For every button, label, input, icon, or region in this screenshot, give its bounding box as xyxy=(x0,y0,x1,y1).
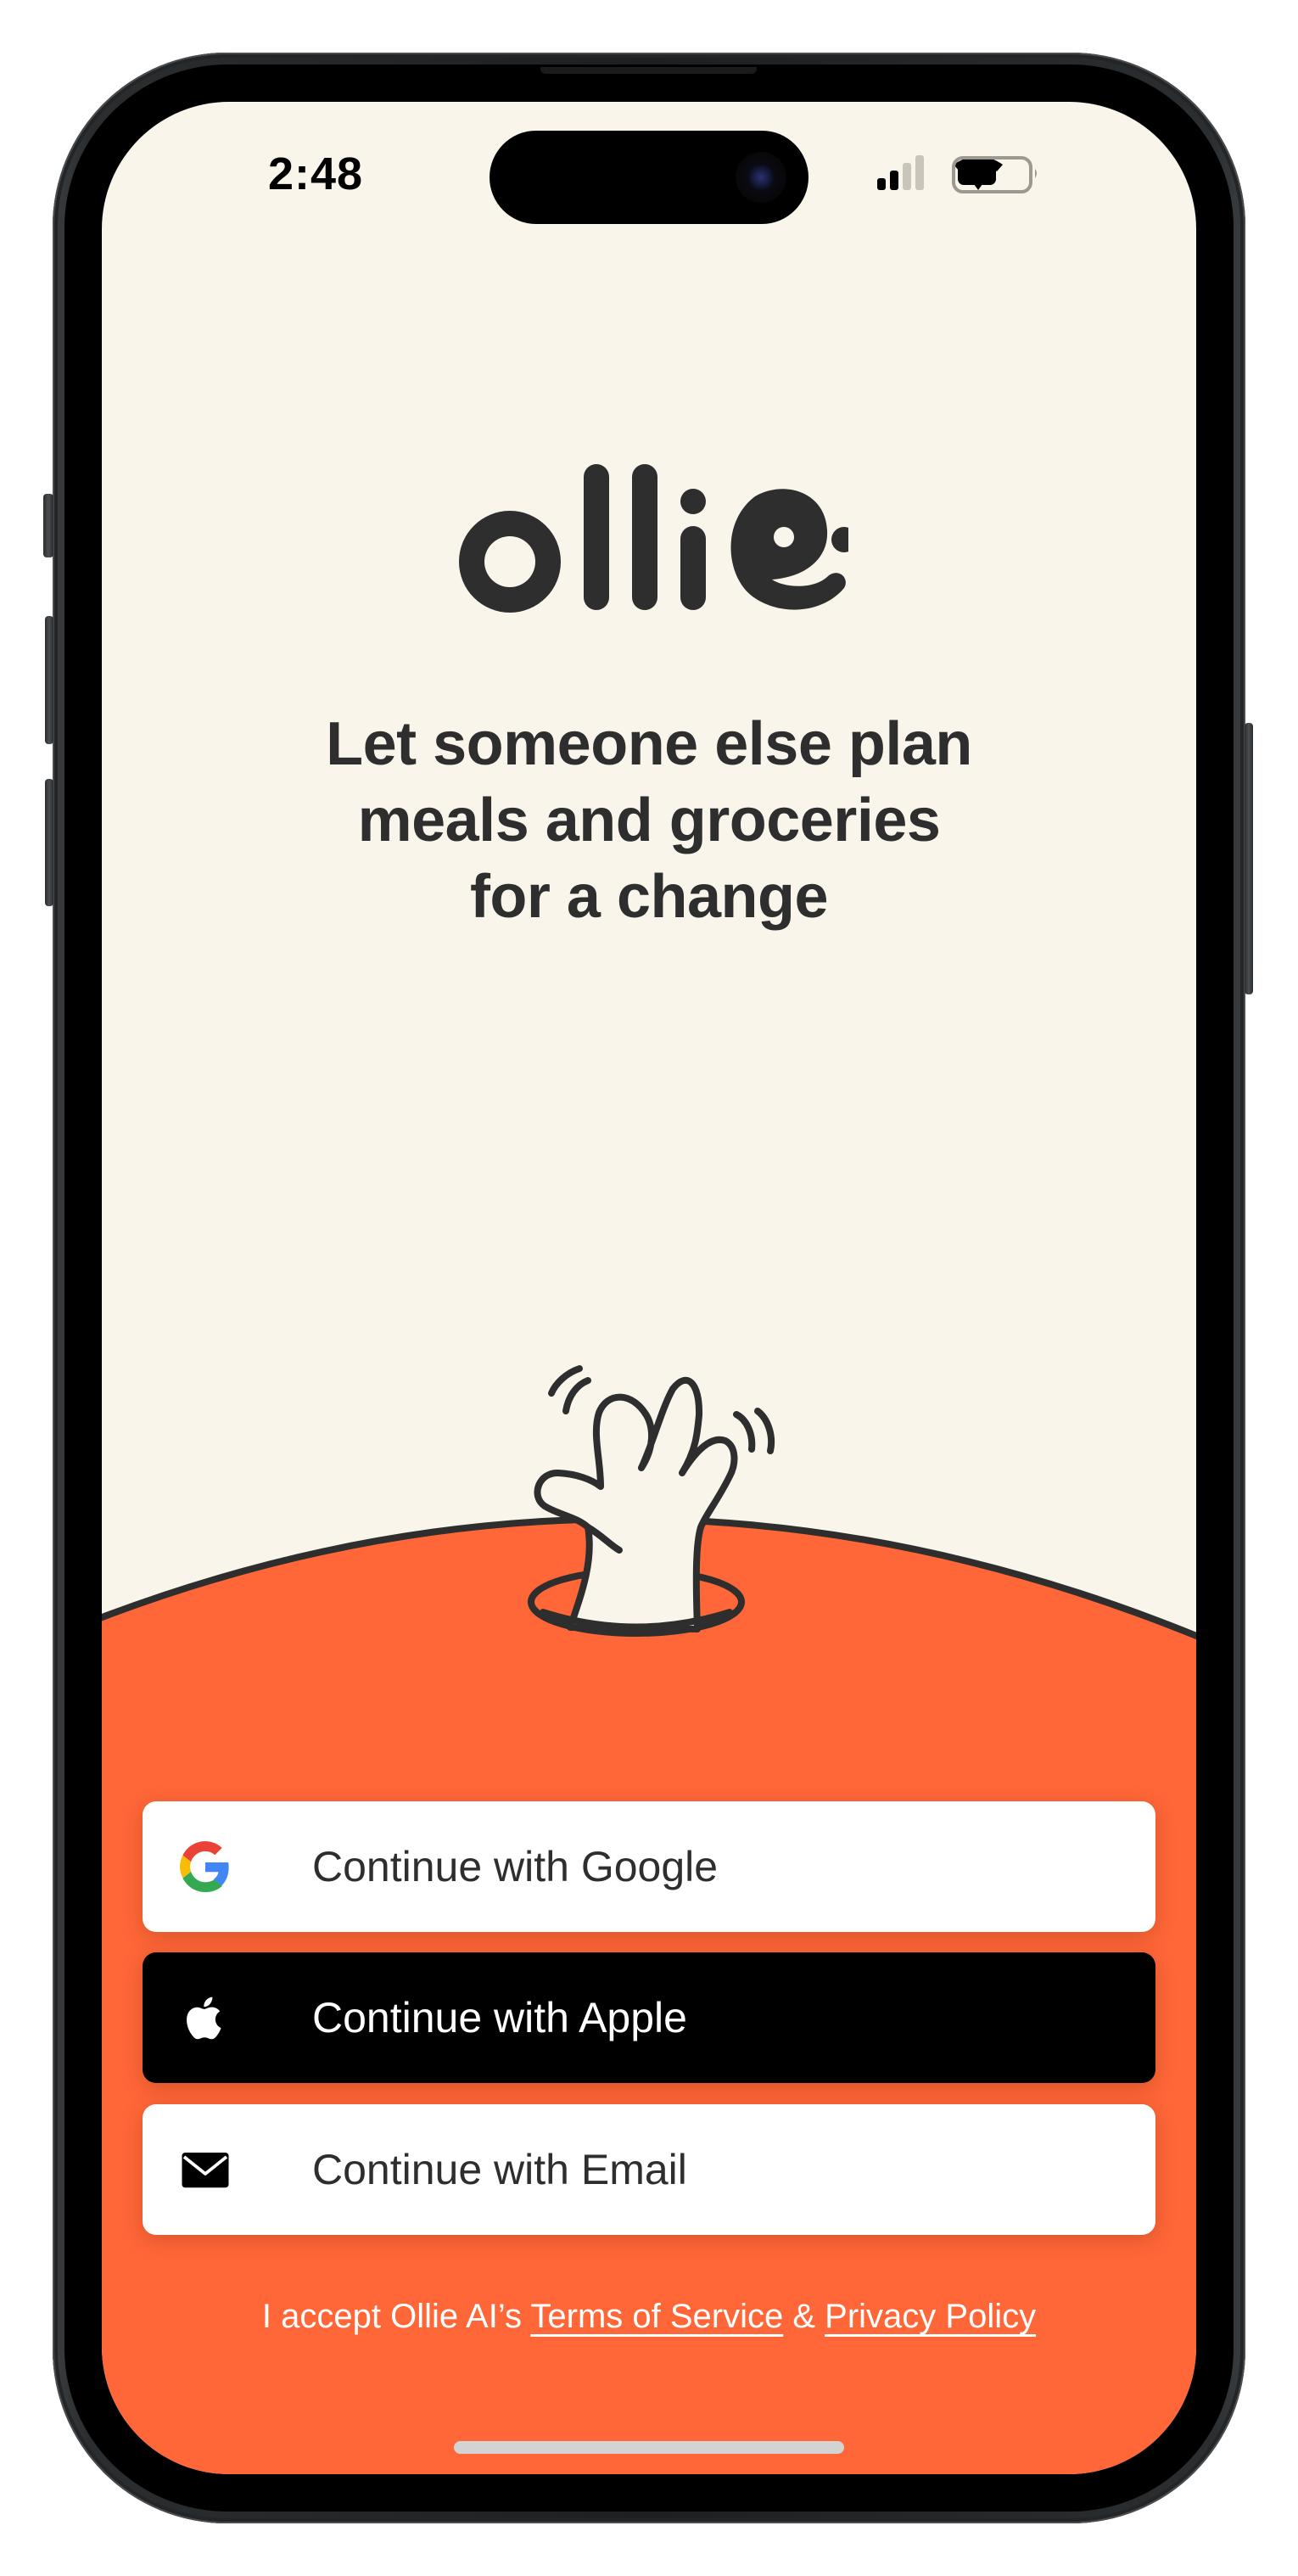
envelope-icon xyxy=(182,2153,229,2188)
volume-down-button xyxy=(45,779,53,906)
front-camera-icon xyxy=(736,152,786,203)
earpiece-speaker xyxy=(540,67,757,74)
google-icon xyxy=(180,1841,229,1892)
apple-icon xyxy=(187,1996,221,2040)
volume-up-button xyxy=(45,616,53,744)
signal-bar xyxy=(915,155,924,190)
continue-with-email-button[interactable]: Continue with Email xyxy=(143,2104,1155,2235)
signal-bar xyxy=(890,171,898,190)
headline-line-2: meals and groceries xyxy=(357,787,941,854)
continue-with-apple-button[interactable]: Continue with Apple xyxy=(143,1952,1155,2083)
signal-bar xyxy=(903,163,911,190)
action-button xyxy=(43,494,53,557)
legal-separator: & xyxy=(783,2298,825,2335)
privacy-policy-link[interactable]: Privacy Policy xyxy=(825,2298,1036,2335)
legal-consent: I accept Ollie AI’s Terms of Service & P… xyxy=(102,2298,1196,2336)
status-icons xyxy=(877,155,1037,193)
home-indicator[interactable] xyxy=(454,2441,844,2454)
google-button-label: Continue with Google xyxy=(312,1843,719,1890)
wave-mark-right-inner xyxy=(733,1411,756,1453)
headline: Let someone else plan meals and grocerie… xyxy=(102,706,1196,935)
wave-mark-left-inner xyxy=(562,1377,591,1414)
ollie-logo: ollie xyxy=(459,464,848,613)
power-button xyxy=(1245,723,1253,994)
headline-line-1: Let someone else plan xyxy=(326,710,972,778)
signal-icon xyxy=(877,155,924,190)
email-button-label: Continue with Email xyxy=(312,2146,687,2193)
terms-of-service-link[interactable]: Terms of Service xyxy=(530,2298,783,2335)
continue-with-google-button[interactable]: Continue with Google xyxy=(143,1801,1155,1932)
signal-bar xyxy=(877,178,886,190)
headline-line-3: for a change xyxy=(469,863,829,931)
legal-prefix: I accept Ollie AI’s xyxy=(261,2298,531,2335)
wave-mark-right-outer xyxy=(754,1408,775,1454)
screen: 2:48 ollie xyxy=(102,102,1196,2474)
dynamic-island xyxy=(490,131,808,224)
status-time: 2:48 xyxy=(267,148,364,199)
apple-button-label: Continue with Apple xyxy=(312,1994,687,2041)
